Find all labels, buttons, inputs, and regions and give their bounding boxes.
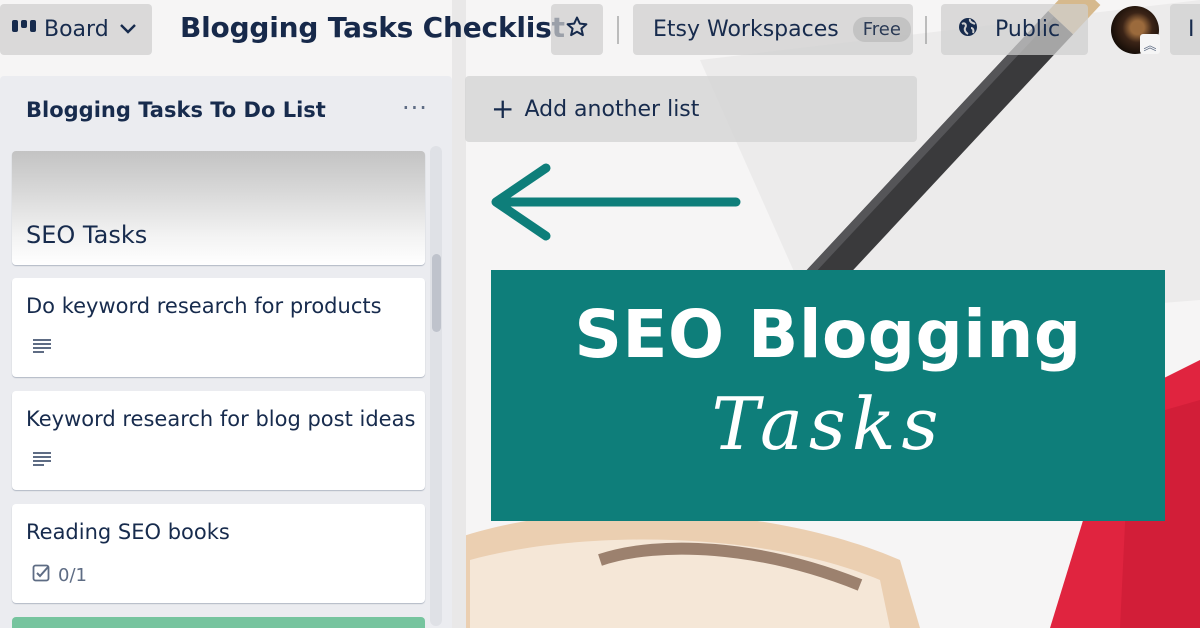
globe-icon	[957, 16, 979, 44]
admin-chevron-icon: ︽	[1140, 34, 1160, 54]
promo-heading: SEO Blogging	[574, 296, 1082, 373]
workspace-plan-badge: Free	[852, 17, 911, 42]
chevron-down-icon	[118, 18, 138, 44]
star-icon	[565, 15, 589, 45]
card-title: SEO Tasks	[26, 221, 148, 249]
add-list-label: Add another list	[524, 96, 700, 122]
board-icon	[12, 17, 36, 42]
workspace-button[interactable]: Etsy Workspaces Free	[633, 4, 913, 55]
header-divider	[617, 16, 619, 44]
list-scrollbar-track[interactable]	[430, 146, 442, 626]
checklist-icon	[32, 564, 50, 587]
visibility-label: Public	[995, 17, 1061, 42]
promo-script-text: Tasks	[711, 382, 945, 466]
plus-icon: +	[491, 92, 515, 125]
list-scrollbar-thumb[interactable]	[432, 254, 441, 332]
card-title: Do keyword research for products	[26, 294, 382, 318]
visibility-button[interactable]: Public	[941, 4, 1088, 55]
card-next-partial[interactable]	[12, 617, 425, 628]
card-keyword-blog[interactable]: Keyword research for blog post ideas	[12, 391, 425, 490]
card-title: Keyword research for blog post ideas	[26, 407, 416, 431]
card-seo-tasks[interactable]: SEO Tasks	[12, 151, 425, 265]
promo-overlay: SEO Blogging Tasks	[491, 270, 1165, 521]
workspace-label: Etsy Workspaces	[653, 17, 839, 42]
list-title[interactable]: Blogging Tasks To Do List	[26, 98, 326, 122]
invite-label: I	[1188, 17, 1195, 42]
card-reading-seo-books[interactable]: Reading SEO books 0/1	[12, 504, 425, 603]
description-icon	[32, 451, 52, 467]
checklist-badge: 0/1	[32, 564, 87, 587]
checklist-count: 0/1	[58, 565, 87, 586]
header-divider	[925, 16, 927, 44]
board-view-switcher[interactable]: Board	[0, 4, 152, 55]
invite-button[interactable]: I	[1170, 4, 1200, 55]
board-title[interactable]: Blogging Tasks Checklist	[180, 11, 565, 44]
board-header: Board Blogging Tasks Checklist Etsy Work…	[0, 0, 1200, 62]
arrow-left-icon	[491, 163, 741, 241]
card-title: Reading SEO books	[26, 520, 230, 544]
description-icon	[32, 338, 52, 354]
more-icon[interactable]: ···	[402, 94, 428, 122]
star-button[interactable]	[551, 4, 603, 55]
card-keyword-products[interactable]: Do keyword research for products	[12, 278, 425, 377]
add-another-list-button[interactable]: + Add another list	[465, 76, 917, 142]
board-view-label: Board	[44, 17, 109, 42]
